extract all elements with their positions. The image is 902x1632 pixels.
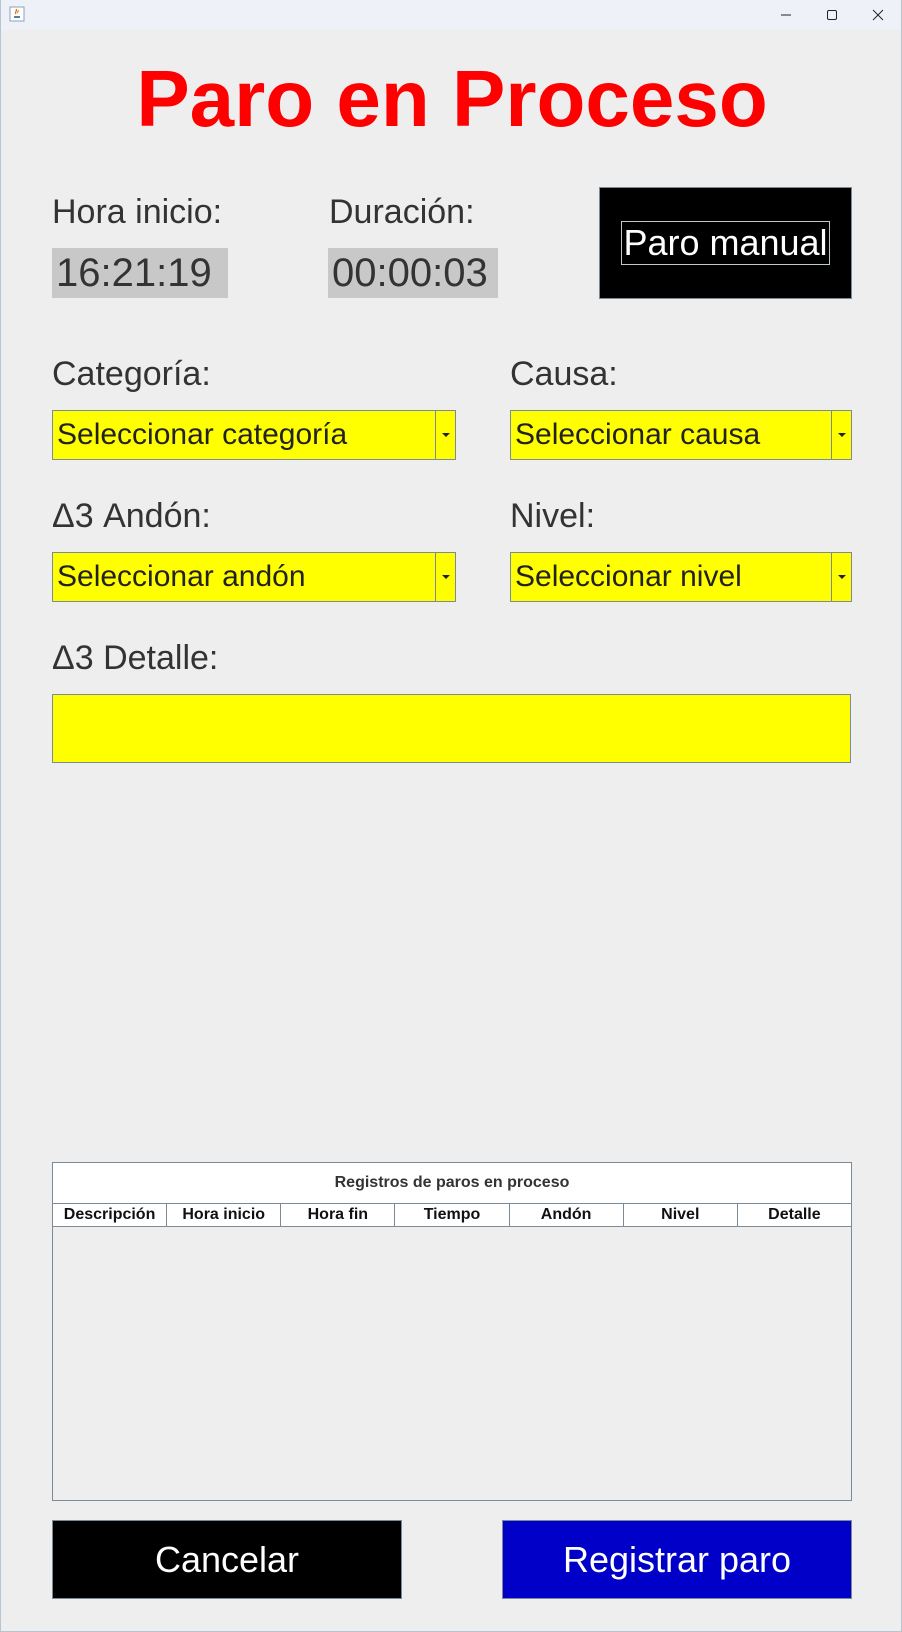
column-header-description[interactable]: Descripción [53,1204,168,1226]
window-titlebar[interactable] [1,0,901,30]
chevron-down-icon[interactable] [831,553,851,601]
app-window: Paro en Proceso Hora inicio: 16:21:19 Du… [0,0,902,1632]
andon-select[interactable]: Seleccionar andón [52,552,456,602]
manual-stop-label: Paro manual [621,221,830,265]
cause-label: Causa: [510,355,618,393]
chevron-down-icon[interactable] [435,411,455,459]
chevron-down-icon[interactable] [435,553,455,601]
start-time-value: 16:21:19 [52,248,228,298]
column-header-start-time[interactable]: Hora inicio [167,1204,282,1226]
table-header: Descripción Hora inicio Hora fin Tiempo … [53,1203,851,1227]
minimize-icon [781,14,791,16]
maximize-button[interactable] [809,0,855,30]
column-header-end-time[interactable]: Hora fin [281,1204,396,1226]
minimize-button[interactable] [763,0,809,30]
level-label: Nivel: [510,497,596,535]
duration-value: 00:00:03 [328,248,498,298]
register-stop-button[interactable]: Registrar paro [502,1520,852,1599]
column-header-andon[interactable]: Andón [510,1204,624,1226]
duration-label: Duración: [329,193,475,231]
level-select[interactable]: Seleccionar nivel [510,552,852,602]
manual-stop-button[interactable]: Paro manual [599,187,852,299]
detail-input[interactable] [52,694,851,763]
column-header-level[interactable]: Nivel [624,1204,738,1226]
category-select[interactable]: Seleccionar categoría [52,410,456,460]
cause-select[interactable]: Seleccionar causa [510,410,852,460]
cancel-button[interactable]: Cancelar [52,1520,402,1599]
andon-select-value: Seleccionar andón [57,560,306,593]
level-select-value: Seleccionar nivel [515,560,742,593]
java-app-icon [9,6,25,22]
column-header-detail[interactable]: Detalle [738,1204,851,1226]
start-time-label: Hora inicio: [52,193,223,231]
table-body[interactable] [53,1227,851,1500]
category-select-value: Seleccionar categoría [57,418,348,451]
chevron-down-icon[interactable] [831,411,851,459]
column-header-time[interactable]: Tiempo [395,1204,510,1226]
andon-label: Δ3 Andón: [52,497,211,535]
close-icon [872,9,884,21]
table-caption: Registros de paros en proceso [53,1163,851,1203]
maximize-icon [827,10,837,20]
page-title: Paro en Proceso [136,54,768,143]
cause-select-value: Seleccionar causa [515,418,761,451]
category-label: Categoría: [52,355,211,393]
records-table: Registros de paros en proceso Descripció… [52,1162,852,1501]
detail-label: Δ3 Detalle: [52,639,219,677]
close-button[interactable] [855,0,901,30]
